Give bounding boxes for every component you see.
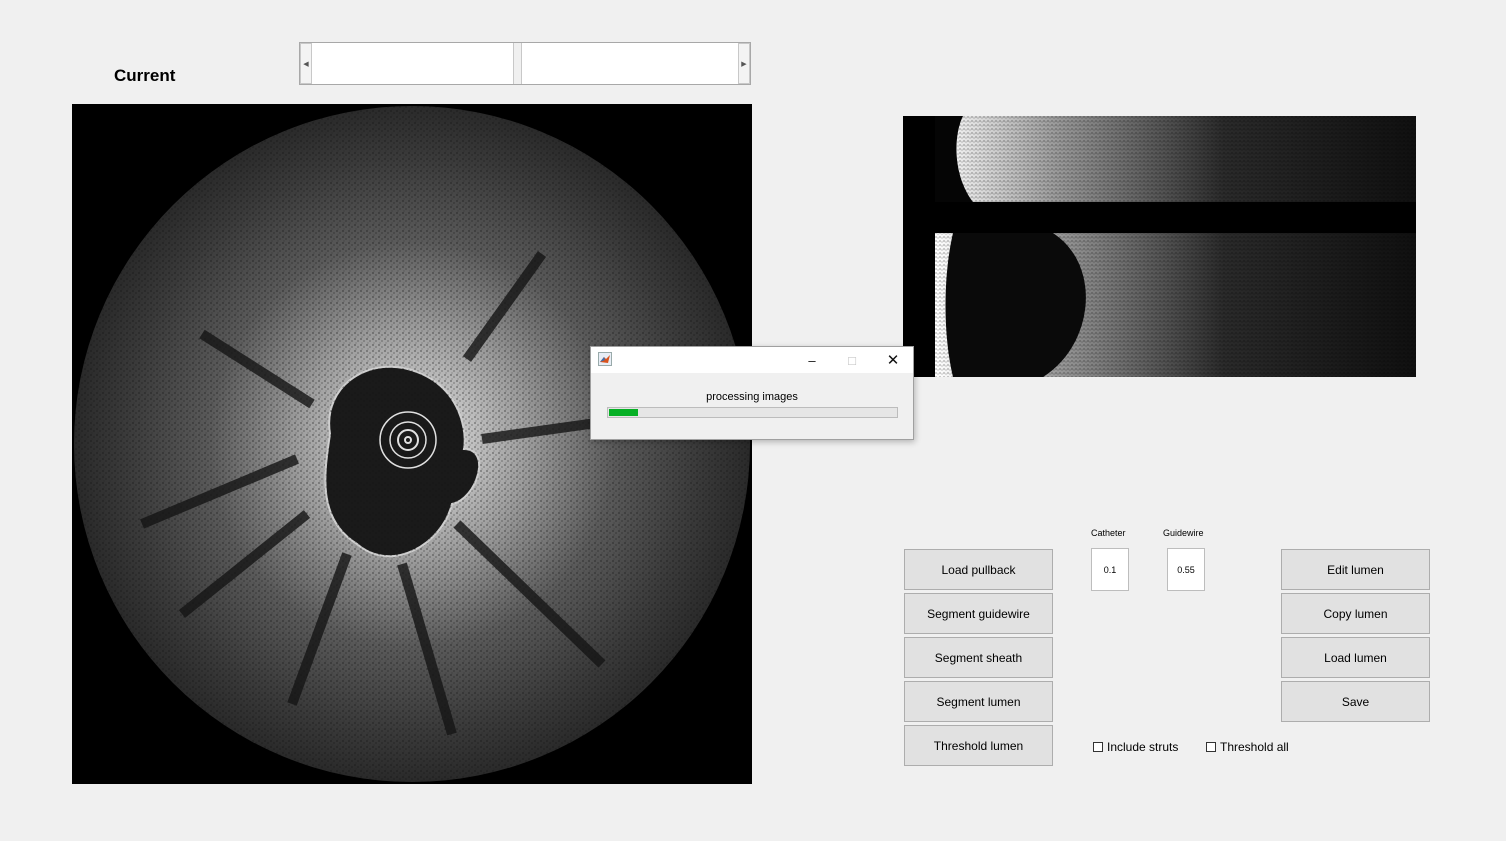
guidewire-field[interactable]: 0.55 [1167, 548, 1205, 591]
minimize-icon[interactable]: – [792, 347, 832, 373]
copy-lumen-button[interactable]: Copy lumen [1281, 593, 1430, 634]
segment-guidewire-button[interactable]: Segment guidewire [904, 593, 1053, 634]
right-arrow-icon[interactable]: ▶ [738, 43, 750, 84]
left-arrow-icon[interactable]: ◀ [300, 43, 312, 84]
dialog-titlebar[interactable]: – □ ✕ [591, 347, 913, 373]
progress-bar-fill [609, 409, 638, 416]
edit-lumen-button[interactable]: Edit lumen [1281, 549, 1430, 590]
save-button[interactable]: Save [1281, 681, 1430, 722]
threshold-all-checkbox[interactable]: Threshold all [1206, 740, 1289, 754]
current-frame-label: Current [114, 66, 176, 85]
progress-bar [607, 407, 898, 418]
maximize-icon[interactable]: □ [832, 347, 872, 373]
close-icon[interactable]: ✕ [873, 347, 913, 373]
load-pullback-button[interactable]: Load pullback [904, 549, 1053, 590]
progress-dialog: – □ ✕ processing images [590, 346, 914, 440]
include-struts-label: Include struts [1107, 740, 1179, 754]
progress-message: processing images [706, 391, 798, 403]
checkbox-icon[interactable] [1206, 742, 1216, 752]
matlab-icon [598, 352, 612, 366]
load-lumen-button[interactable]: Load lumen [1281, 637, 1430, 678]
include-struts-checkbox[interactable]: Include struts [1093, 740, 1178, 754]
segment-sheath-button[interactable]: Segment sheath [904, 637, 1053, 678]
catheter-label: Catheter [1091, 528, 1126, 538]
frame-slider[interactable]: ◀ ▶ [299, 42, 751, 85]
threshold-all-label: Threshold all [1220, 740, 1289, 754]
threshold-lumen-button[interactable]: Threshold lumen [904, 725, 1053, 766]
guidewire-label: Guidewire [1163, 528, 1204, 538]
slider-thumb[interactable] [513, 43, 522, 84]
checkbox-icon[interactable] [1093, 742, 1103, 752]
oct-cross-section-image[interactable] [72, 104, 752, 784]
catheter-field[interactable]: 0.1 [1091, 548, 1129, 591]
longitudinal-view-image[interactable] [903, 116, 1416, 377]
segment-lumen-button[interactable]: Segment lumen [904, 681, 1053, 722]
